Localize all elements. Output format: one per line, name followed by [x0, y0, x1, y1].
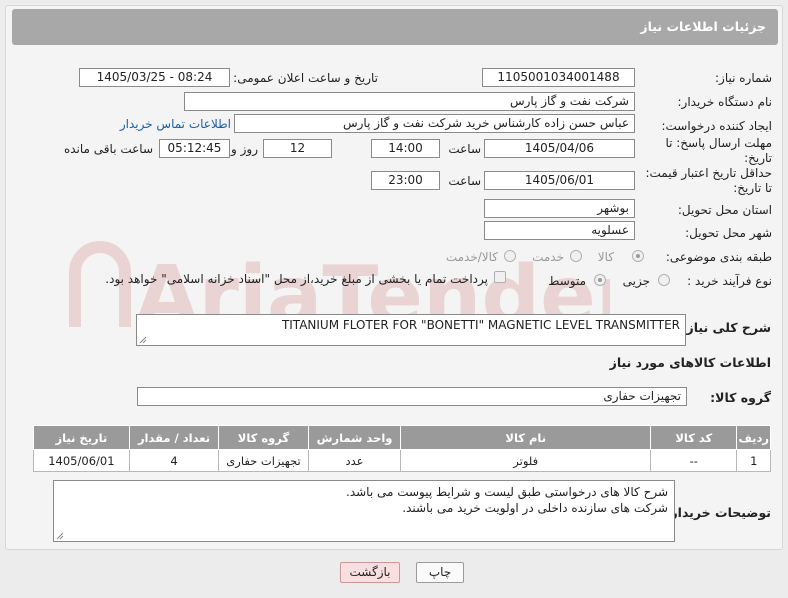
- goods-info-title: اطلاعات کالاهای مورد نیاز: [609, 355, 771, 370]
- reply-deadline-label: مهلت ارسال پاسخ: تا تاریخ:: [665, 136, 772, 165]
- buyer-notes-label: توضیحات خریدار:: [665, 505, 771, 520]
- category-goods-radio[interactable]: [632, 250, 644, 262]
- col-group: گروه کالا: [218, 425, 309, 450]
- category-service-radio[interactable]: [570, 250, 582, 262]
- buyer-contact-link[interactable]: اطلاعات تماس خریدار: [120, 117, 231, 131]
- cell-name: فلوتر: [400, 449, 652, 472]
- process-medium-label: متوسط: [548, 274, 586, 288]
- price-time-field[interactable]: 23:00: [371, 171, 440, 190]
- category-goods-label: کالا: [597, 250, 614, 264]
- creator-label: ایجاد کننده درخواست:: [661, 119, 772, 133]
- general-desc-textarea[interactable]: TITANIUM FLOTER FOR "BONETTI" MAGNETIC L…: [136, 314, 686, 346]
- days-remaining-field[interactable]: 12: [263, 139, 332, 158]
- province-label: استان محل تحویل:: [677, 203, 772, 217]
- creator-field[interactable]: عباس حسن زاده کارشناس خرید شرکت نفت و گا…: [234, 114, 635, 133]
- buyer-org-field[interactable]: شرکت نفت و گاز پارس: [184, 92, 635, 111]
- general-desc-label: شرح کلی نیاز:: [681, 320, 771, 335]
- general-desc-text: TITANIUM FLOTER FOR "BONETTI" MAGNETIC L…: [281, 318, 680, 332]
- col-code: کد کالا: [650, 425, 738, 450]
- need-number-field[interactable]: 1105001034001488: [482, 68, 635, 87]
- announce-datetime-field[interactable]: 1405/03/25 - 08:24: [79, 68, 230, 87]
- cell-row: 1: [736, 449, 771, 472]
- price-deadline-label: حداقل تاریخ اعتبار قیمت: تا تاریخ:: [645, 166, 772, 195]
- need-number-label: شماره نیاز:: [715, 71, 772, 85]
- reply-time-field[interactable]: 14:00: [371, 139, 440, 158]
- buyer-notes-textarea[interactable]: شرح کالا های درخواستی طبق لیست و شرایط پ…: [53, 480, 675, 542]
- resize-grip-icon[interactable]: [56, 532, 64, 540]
- reply-time-label: ساعت: [448, 142, 481, 156]
- province-field[interactable]: بوشهر: [484, 199, 635, 218]
- buyer-org-label: نام دستگاه خریدار:: [677, 95, 773, 109]
- buyer-notes-line-2: شرکت های سازنده داخلی در اولویت خرید می …: [402, 501, 668, 515]
- resize-grip-icon[interactable]: [139, 336, 147, 344]
- col-row: ردیف: [736, 425, 771, 450]
- cell-group: تجهیزات حفاری: [218, 449, 309, 472]
- cell-code: --: [650, 449, 738, 472]
- col-need-date: تاریخ نیاز: [33, 425, 130, 450]
- process-minor-label: جزیی: [622, 274, 650, 288]
- cell-need-date: 1405/06/01: [33, 449, 130, 472]
- cell-unit: عدد: [307, 449, 402, 472]
- table-row[interactable]: 1 -- فلوتر عدد تجهیزات حفاری 4 1405/06/0…: [33, 449, 771, 472]
- category-goods-service-label: کالا/خدمت: [445, 250, 498, 264]
- category-service-label: خدمت: [532, 250, 564, 264]
- goods-table: ردیف کد کالا نام کالا واحد شمارش گروه کا…: [33, 425, 771, 472]
- col-name: نام کالا: [400, 425, 652, 450]
- announce-label: تاریخ و ساعت اعلان عمومی:: [233, 71, 378, 85]
- city-field[interactable]: عسلویه: [484, 221, 635, 240]
- reply-date-field[interactable]: 1405/04/06: [484, 139, 635, 158]
- col-unit: واحد شمارش: [307, 425, 402, 450]
- goods-group-label: گروه کالا:: [710, 390, 771, 405]
- category-goods-service-radio[interactable]: [504, 250, 516, 262]
- category-label: طبقه بندی موضوعی:: [665, 250, 772, 264]
- process-label: نوع فرآیند خرید :: [687, 274, 772, 288]
- price-date-field[interactable]: 1405/06/01: [484, 171, 635, 190]
- goods-group-field[interactable]: تجهیزات حفاری: [137, 387, 687, 406]
- process-minor-radio[interactable]: [658, 274, 670, 286]
- back-button[interactable]: بازگشت: [340, 562, 400, 583]
- cell-quantity: 4: [128, 449, 220, 472]
- time-remaining-field[interactable]: 05:12:45: [159, 139, 230, 158]
- buyer-notes-line-1: شرح کالا های درخواستی طبق لیست و شرایط پ…: [346, 485, 668, 499]
- print-button[interactable]: چاپ: [416, 562, 464, 583]
- process-medium-radio[interactable]: [594, 274, 606, 286]
- goods-table-header: ردیف کد کالا نام کالا واحد شمارش گروه کا…: [33, 425, 771, 450]
- treasury-payment-checkbox[interactable]: [494, 271, 506, 283]
- col-quantity: تعداد / مقدار: [128, 425, 220, 450]
- page-title: جزئیات اطلاعات نیاز: [12, 9, 778, 45]
- treasury-payment-note: پرداخت تمام یا بخشی از مبلغ خرید،از محل …: [105, 272, 488, 286]
- city-label: شهر محل تحویل:: [685, 226, 772, 240]
- price-time-label: ساعت: [448, 174, 481, 188]
- time-remaining-label: ساعت باقی مانده: [63, 142, 153, 156]
- days-label: روز و: [231, 142, 258, 156]
